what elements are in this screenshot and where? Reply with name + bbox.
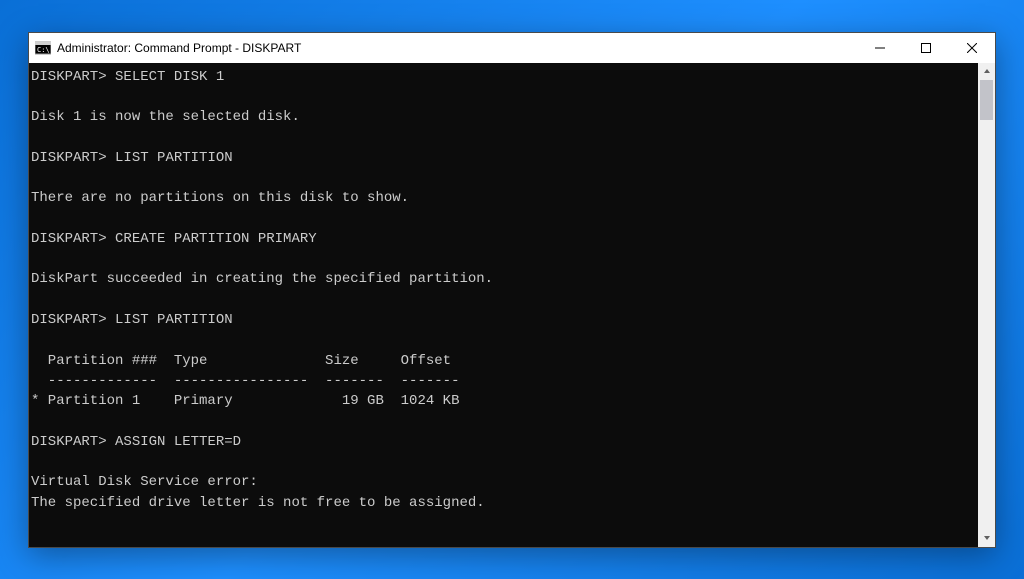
window-title: Administrator: Command Prompt - DISKPART — [57, 41, 851, 55]
content-area: DISKPART> SELECT DISK 1 Disk 1 is now th… — [29, 63, 995, 547]
terminal-output[interactable]: DISKPART> SELECT DISK 1 Disk 1 is now th… — [29, 63, 978, 547]
svg-text:C:\: C:\ — [37, 46, 50, 54]
scroll-thumb[interactable] — [980, 80, 993, 120]
table-divider: ------------- ---------------- ------- -… — [31, 373, 459, 389]
command: ASSIGN LETTER=D — [115, 434, 241, 450]
prompt: DISKPART> — [31, 312, 107, 328]
window-controls — [857, 33, 995, 63]
maximize-button[interactable] — [903, 33, 949, 63]
table-row: * Partition 1 Primary 19 GB 1024 KB — [31, 393, 459, 409]
prompt: DISKPART> — [31, 69, 107, 85]
prompt: DISKPART> — [31, 231, 107, 247]
command: SELECT DISK 1 — [115, 69, 224, 85]
scroll-down-arrow[interactable] — [978, 530, 995, 547]
prompt: DISKPART> — [31, 150, 107, 166]
table-header: Partition ### Type Size Offset — [31, 353, 451, 369]
output-line: Disk 1 is now the selected disk. — [31, 109, 300, 125]
cmd-icon: C:\ — [35, 40, 51, 56]
titlebar[interactable]: C:\ Administrator: Command Prompt - DISK… — [29, 33, 995, 63]
minimize-button[interactable] — [857, 33, 903, 63]
output-line: There are no partitions on this disk to … — [31, 190, 409, 206]
output-line: The specified drive letter is not free t… — [31, 495, 485, 511]
vertical-scrollbar[interactable] — [978, 63, 995, 547]
output-line: DiskPart succeeded in creating the speci… — [31, 271, 493, 287]
close-button[interactable] — [949, 33, 995, 63]
command: CREATE PARTITION PRIMARY — [115, 231, 317, 247]
scroll-track[interactable] — [978, 80, 995, 530]
command: LIST PARTITION — [115, 150, 233, 166]
output-line: Virtual Disk Service error: — [31, 474, 258, 490]
command-prompt-window: C:\ Administrator: Command Prompt - DISK… — [28, 32, 996, 548]
prompt: DISKPART> — [31, 434, 107, 450]
command: LIST PARTITION — [115, 312, 233, 328]
scroll-up-arrow[interactable] — [978, 63, 995, 80]
